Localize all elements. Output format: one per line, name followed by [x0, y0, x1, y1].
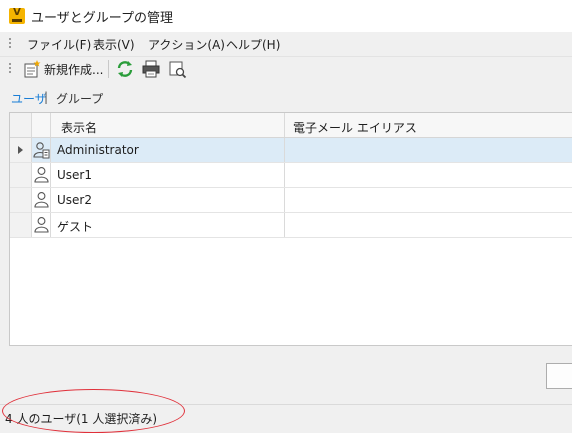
menu-grip[interactable]	[9, 38, 11, 50]
toolbar-separator	[108, 60, 109, 78]
tab-separator: |	[44, 90, 49, 104]
refresh-icon[interactable]	[115, 59, 135, 79]
partial-button[interactable]	[546, 363, 572, 389]
header-icon-cell	[32, 113, 51, 137]
user-name-cell: ゲスト	[57, 220, 94, 234]
header-indicator-cell	[10, 113, 32, 137]
user-name-cell: User1	[57, 168, 92, 182]
table-row[interactable]: Administrator	[10, 138, 572, 163]
menu-view[interactable]: 表示(V)	[93, 36, 135, 53]
table-row[interactable]: ゲスト	[10, 213, 572, 238]
menu-action[interactable]: アクション(A)	[148, 36, 225, 53]
print-icon[interactable]	[141, 59, 161, 79]
column-header-email-alias[interactable]: 電子メール エイリアス	[293, 119, 417, 136]
new-document-icon[interactable]	[22, 59, 42, 79]
window-title: ユーザとグループの管理	[31, 11, 173, 26]
toolbar-grip[interactable]	[9, 63, 11, 75]
print-preview-icon[interactable]	[167, 59, 187, 79]
grid-header: 表示名 電子メール エイリアス	[10, 113, 572, 138]
admin-user-icon	[32, 138, 51, 162]
user-icon	[32, 188, 51, 212]
row-indicator	[10, 138, 32, 162]
menu-help[interactable]: ヘルプ(H)	[226, 36, 280, 53]
user-icon	[32, 213, 51, 237]
app-logo-icon: V	[9, 7, 25, 24]
table-row[interactable]: User2	[10, 188, 572, 213]
row-indicator	[10, 163, 32, 187]
annotation-ellipse	[2, 389, 185, 433]
title-bar: V ユーザとグループの管理	[0, 0, 572, 32]
users-grid[interactable]: 表示名 電子メール エイリアス Administrator User1 User…	[9, 112, 572, 346]
row-indicator	[10, 213, 32, 237]
user-name-cell: Administrator	[57, 143, 139, 157]
column-header-display-name[interactable]: 表示名	[61, 119, 97, 136]
tab-groups[interactable]: グループ	[56, 90, 103, 107]
new-button-label[interactable]: 新規作成...	[44, 61, 103, 78]
menu-bar: ファイル(F) 表示(V) アクション(A) ヘルプ(H)	[0, 32, 572, 55]
table-row[interactable]: User1	[10, 163, 572, 188]
tab-users[interactable]: ユーザ	[11, 90, 47, 107]
toolbar: 新規作成...	[0, 56, 572, 81]
user-icon	[32, 163, 51, 187]
menu-file[interactable]: ファイル(F)	[27, 36, 91, 53]
current-row-arrow-icon	[18, 146, 23, 154]
user-name-cell: User2	[57, 193, 92, 207]
row-indicator	[10, 188, 32, 212]
